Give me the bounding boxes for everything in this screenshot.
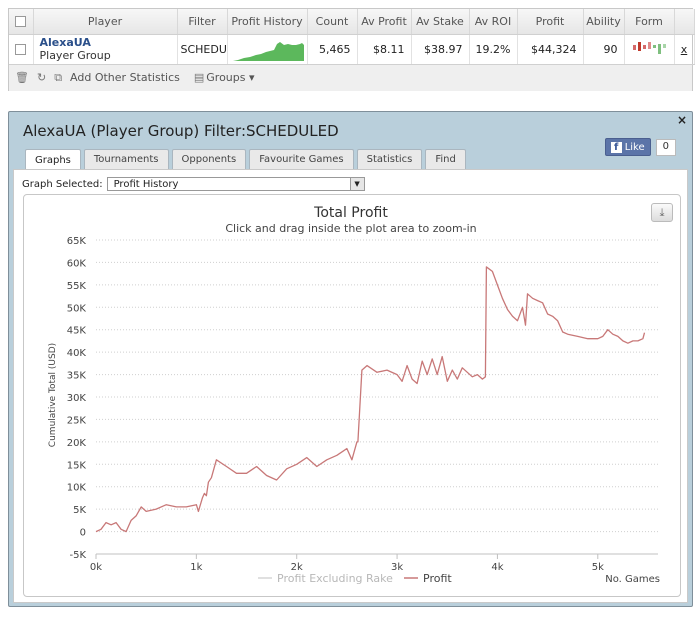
profit-chart-svg[interactable]: -5K 0 5K 10K 15K 20K 25K 30K 35K 40K 45K 50K 55K 60K 6… — [24, 195, 682, 598]
column-header-remove — [674, 9, 695, 35]
y-tick-label: 0 — [80, 528, 86, 539]
row-checkbox-cell[interactable] — [9, 34, 34, 65]
column-header-profit[interactable]: Profit — [517, 9, 584, 35]
stats-table-panel: Player Filter Profit History Count Av Pr… — [8, 8, 695, 91]
facebook-like: f Like 0 — [604, 138, 676, 156]
groups-dropdown[interactable]: Groups ▾ — [206, 71, 254, 84]
panel-tabs: Graphs Tournaments Opponents Favourite G… — [25, 149, 466, 170]
column-header-ability[interactable]: Ability — [583, 9, 625, 35]
download-icon[interactable]: ⤓ — [651, 203, 673, 222]
legend-item[interactable]: Profit — [404, 572, 452, 585]
tab-graphs[interactable]: Graphs — [25, 149, 81, 170]
tab-tournaments[interactable]: Tournaments — [83, 149, 169, 169]
y-tick-label: 15K — [67, 460, 87, 471]
x-tick-label: 0k — [90, 562, 102, 573]
graph-select-value: Profit History — [113, 178, 179, 190]
y-tick-label: 30K — [67, 393, 87, 404]
groups-icon: ▤ — [193, 71, 205, 84]
x-tick-label: 4k — [491, 562, 503, 573]
legend-label: Profit Excluding Rake — [277, 572, 393, 585]
facebook-like-count: 0 — [655, 138, 676, 156]
column-header-form[interactable]: Form — [624, 9, 675, 35]
y-tick-label: 35K — [67, 371, 87, 382]
facebook-like-label: Like — [624, 141, 645, 153]
chevron-down-icon[interactable]: ▼ — [349, 178, 364, 190]
legend-label: Profit — [423, 572, 452, 585]
column-header-av-profit[interactable]: Av Profit — [357, 9, 412, 35]
stats-toolbar: 🗑 ↻ ⧉ Add Other Statistics ▤ Groups ▾ — [9, 64, 692, 91]
refresh-icon[interactable]: ↻ — [37, 71, 46, 84]
column-header-profit-history[interactable]: Profit History — [227, 9, 308, 35]
y-tick-label: 20K — [67, 438, 87, 449]
profit-history-cell[interactable] — [227, 34, 308, 65]
count-cell: 5,465 — [307, 34, 358, 65]
y-tick-label: 40K — [67, 348, 87, 359]
column-header-av-stake[interactable]: Av Stake — [411, 9, 470, 35]
av-profit-cell: $8.11 — [357, 34, 412, 65]
player-name-link[interactable]: AlexaUA — [40, 36, 177, 49]
profit-chart[interactable]: -5K 0 5K 10K 15K 20K 25K 30K 35K 40K 45K 50K 55K 60K 6… — [23, 194, 681, 597]
column-header-count[interactable]: Count — [307, 9, 358, 35]
filter-cell: SCHEDUL — [177, 34, 228, 65]
column-header-filter[interactable]: Filter — [177, 9, 228, 35]
ability-cell: 90 — [583, 34, 625, 65]
y-tick-label: 55K — [67, 281, 87, 292]
y-tick-label: 5K — [73, 505, 86, 516]
panel-title: AlexaUA (Player Group) Filter:SCHEDULED — [23, 122, 339, 140]
facebook-like-button[interactable]: f Like — [604, 138, 651, 156]
series-line-profit[interactable] — [95, 266, 646, 533]
graph-selected-label: Graph Selected: — [22, 178, 103, 190]
graphs-content: Graph Selected: Profit History ▼ -5K 0 5K 1… — [13, 169, 688, 603]
column-header-player[interactable]: Player — [33, 9, 178, 35]
form-indicator — [625, 42, 674, 56]
y-tick-label: -5K — [69, 550, 86, 561]
y-tick-label: 50K — [67, 303, 87, 314]
copy-icon: ⧉ — [54, 70, 63, 84]
tab-statistics[interactable]: Statistics — [356, 149, 423, 169]
y-tick-label: 25K — [67, 415, 87, 426]
add-other-statistics-button[interactable]: Add Other Statistics — [70, 71, 180, 84]
trash-icon[interactable]: 🗑 — [15, 71, 29, 84]
table-row: AlexaUA Player Group SCHEDUL 5,465 $8.11… — [9, 34, 695, 65]
select-all-header[interactable] — [9, 9, 34, 35]
tab-opponents[interactable]: Opponents — [171, 149, 247, 169]
stats-table: Player Filter Profit History Count Av Pr… — [9, 9, 695, 65]
av-roi-cell: 19.2% — [469, 34, 518, 65]
tab-favourite-games[interactable]: Favourite Games — [249, 149, 354, 169]
graph-select-dropdown[interactable]: Profit History ▼ — [106, 177, 365, 191]
player-cell: AlexaUA Player Group — [33, 34, 178, 65]
y-tick-label: 10K — [67, 483, 87, 494]
form-cell — [624, 34, 675, 65]
chart-subtitle: Click and drag inside the plot area to z… — [225, 222, 476, 235]
profit-history-sparkline[interactable] — [228, 36, 306, 62]
close-icon[interactable]: × — [677, 113, 687, 127]
y-tick-label: 60K — [67, 258, 87, 269]
chart-title: Total Profit — [313, 205, 388, 221]
legend-item[interactable]: Profit Excluding Rake — [258, 572, 393, 585]
x-tick-label: 5k — [592, 562, 604, 573]
x-tick-label: 1k — [190, 562, 202, 573]
tab-find[interactable]: Find — [425, 149, 466, 169]
x-axis-label: No. Games — [605, 574, 660, 585]
profit-cell: $44,324 — [517, 34, 584, 65]
y-axis-label: Cumulative Total (USD) — [48, 343, 58, 447]
av-stake-cell: $38.97 — [411, 34, 470, 65]
player-panel: AlexaUA (Player Group) Filter:SCHEDULED … — [8, 111, 693, 607]
player-type: Player Group — [39, 49, 111, 62]
row-checkbox[interactable] — [15, 44, 27, 55]
y-tick-label: 45K — [67, 326, 87, 337]
remove-row-button[interactable]: x — [674, 34, 695, 65]
y-tick-label: 65K — [67, 236, 87, 247]
select-all-checkbox[interactable] — [15, 16, 27, 28]
graph-select-row: Graph Selected: Profit History ▼ — [22, 177, 365, 191]
facebook-icon: f — [610, 141, 622, 153]
column-header-av-roi[interactable]: Av ROI — [469, 9, 518, 35]
